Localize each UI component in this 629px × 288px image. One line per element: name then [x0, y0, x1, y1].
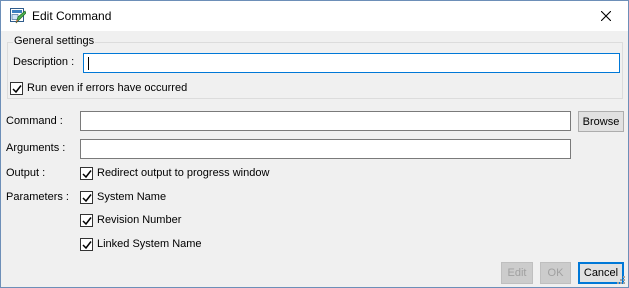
arguments-label: Arguments : — [6, 142, 66, 154]
checkmark-icon — [81, 240, 92, 249]
close-icon — [600, 11, 611, 21]
edit-command-dialog: Edit Command General settings Descriptio… — [0, 0, 629, 288]
system-name-checkbox[interactable] — [80, 191, 93, 204]
description-input[interactable] — [83, 53, 620, 73]
edit-command-app-icon — [10, 8, 27, 24]
description-label: Description : — [13, 56, 75, 68]
general-settings-label: General settings — [13, 35, 96, 47]
ok-button[interactable]: OK — [540, 262, 571, 284]
revision-number-label[interactable]: Revision Number — [97, 214, 181, 226]
checkmark-icon — [11, 84, 22, 93]
run-even-if-errors-checkbox[interactable] — [10, 82, 23, 95]
linked-system-name-label[interactable]: Linked System Name — [97, 238, 202, 250]
resize-grip-icon[interactable] — [615, 274, 625, 284]
command-label: Command : — [6, 115, 63, 127]
title-bar: Edit Command — [1, 1, 628, 31]
checkmark-icon — [81, 216, 92, 225]
output-label: Output : — [6, 167, 46, 179]
revision-number-checkbox[interactable] — [80, 214, 93, 227]
run-even-if-errors-label[interactable]: Run even if errors have occurred — [27, 82, 187, 94]
close-button[interactable] — [583, 1, 628, 31]
checkmark-icon — [81, 193, 92, 202]
system-name-label[interactable]: System Name — [97, 191, 166, 203]
command-input[interactable] — [80, 111, 571, 131]
linked-system-name-checkbox[interactable] — [80, 238, 93, 251]
parameters-label: Parameters : — [6, 191, 69, 203]
text-caret — [88, 57, 89, 70]
window-title: Edit Command — [32, 9, 112, 23]
browse-button[interactable]: Browse — [578, 111, 624, 132]
arguments-input[interactable] — [80, 139, 571, 159]
checkmark-icon — [81, 169, 92, 178]
redirect-output-label[interactable]: Redirect output to progress window — [97, 167, 269, 179]
edit-button[interactable]: Edit — [501, 262, 533, 284]
redirect-output-checkbox[interactable] — [80, 167, 93, 180]
